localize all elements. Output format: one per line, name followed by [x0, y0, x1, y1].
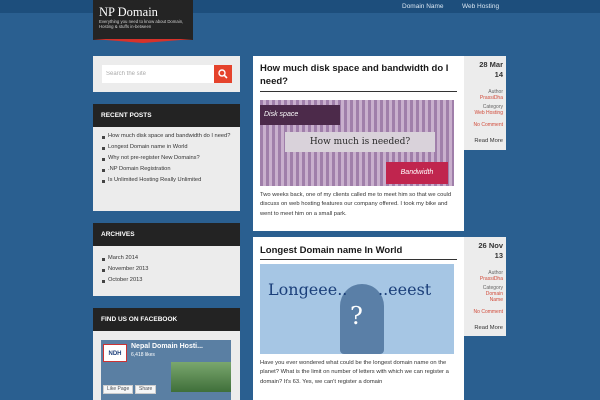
category-link[interactable]: Web Hosting: [474, 110, 503, 116]
post-excerpt: Have you ever wondered what could be the…: [260, 360, 449, 385]
recent-post-link[interactable]: Longest Domain name in World: [102, 144, 232, 152]
recent-post-link[interactable]: Why not pre-register New Domains?: [102, 155, 232, 163]
post-date-day: 28 Mar: [479, 60, 503, 69]
image-caption-middle: How much is needed?: [285, 132, 435, 152]
post-date-day: 26 Nov: [478, 241, 503, 250]
image-caption-top: Disk space: [260, 105, 340, 125]
title-divider: [260, 259, 457, 260]
post-featured-image[interactable]: Disk space How much is needed? Bandwidth: [260, 100, 454, 186]
post-title[interactable]: How much disk space and bandwidth do I n…: [260, 63, 460, 88]
post-title[interactable]: Longest Domain name In World: [260, 245, 460, 258]
image-question-mark: ?: [350, 302, 363, 330]
post-card: Longest Domain name In World ? Longeee..…: [253, 237, 464, 400]
facebook-heading: FIND US ON FACEBOOK: [93, 308, 240, 331]
nav-link-web-hosting[interactable]: Web Hosting: [462, 0, 499, 13]
comments-link[interactable]: No Comment: [474, 309, 503, 315]
post-featured-image[interactable]: ? Longeee.. ..eeest: [260, 264, 454, 354]
author-link[interactable]: PrassiDha: [480, 276, 503, 282]
search-icon: [218, 69, 228, 79]
facebook-like-button[interactable]: Like Page: [103, 385, 134, 394]
comments-link[interactable]: No Comment: [474, 122, 503, 128]
post-meta: 28 Mar 14 Author PrassiDha Category Web …: [464, 56, 506, 150]
read-more-button[interactable]: Read More: [474, 325, 503, 331]
facebook-page-name[interactable]: Nepal Domain Hosti...: [131, 343, 203, 350]
post-meta: 26 Nov 13 Author PrassiDha Category Doma…: [464, 237, 506, 336]
site-title: NP Domain: [99, 5, 158, 19]
facebook-page-logo: NDH: [103, 344, 127, 362]
facebook-page-plugin[interactable]: NDH Nepal Domain Hosti... 6,418 likes Li…: [101, 340, 231, 400]
nav-link-domain-name[interactable]: Domain Name: [402, 0, 444, 13]
title-divider: [260, 91, 457, 92]
author-link[interactable]: PrassiDha: [480, 95, 503, 101]
search-input[interactable]: [102, 65, 214, 83]
recent-posts-widget: How much disk space and bandwidth do I n…: [93, 127, 240, 211]
image-caption-bottom: Bandwidth: [386, 162, 448, 184]
top-navigation-bar: Domain Name Web Hosting: [0, 0, 600, 13]
post-date-year: 14: [494, 70, 503, 79]
archives-widget: March 2014 November 2013 October 2013: [93, 246, 240, 296]
logo-ribbon: [93, 39, 193, 43]
read-more-button[interactable]: Read More: [474, 138, 503, 144]
post-date-year: 13: [494, 251, 503, 260]
recent-post-link[interactable]: Is Unlimited Hosting Really Unlimited: [102, 177, 232, 185]
search-widget: [93, 56, 240, 92]
recent-post-link[interactable]: .NP Domain Registration: [102, 166, 232, 174]
site-logo[interactable]: NP Domain Everything you need to know ab…: [93, 0, 193, 40]
archive-link[interactable]: November 2013: [102, 266, 232, 274]
image-text-left: Longeee..: [268, 280, 348, 299]
archives-heading: ARCHIVES: [93, 223, 240, 246]
site-tagline: Everything you need to know about Domain…: [99, 19, 184, 30]
facebook-like-count: 6,418 likes: [131, 352, 155, 358]
archive-link[interactable]: March 2014: [102, 255, 232, 263]
recent-posts-heading: RECENT POSTS: [93, 104, 240, 127]
post-excerpt: Two weeks back, one of my clients called…: [260, 192, 452, 217]
archive-link[interactable]: October 2013: [102, 277, 232, 285]
search-button[interactable]: [214, 65, 232, 83]
category-link[interactable]: Domain Name: [481, 291, 503, 303]
facebook-cover-image: [171, 362, 231, 392]
recent-post-link[interactable]: How much disk space and bandwidth do I n…: [102, 133, 232, 141]
image-text-right: ..eeest: [378, 280, 432, 299]
facebook-share-button[interactable]: Share: [135, 385, 157, 394]
post-card: How much disk space and bandwidth do I n…: [253, 56, 464, 231]
